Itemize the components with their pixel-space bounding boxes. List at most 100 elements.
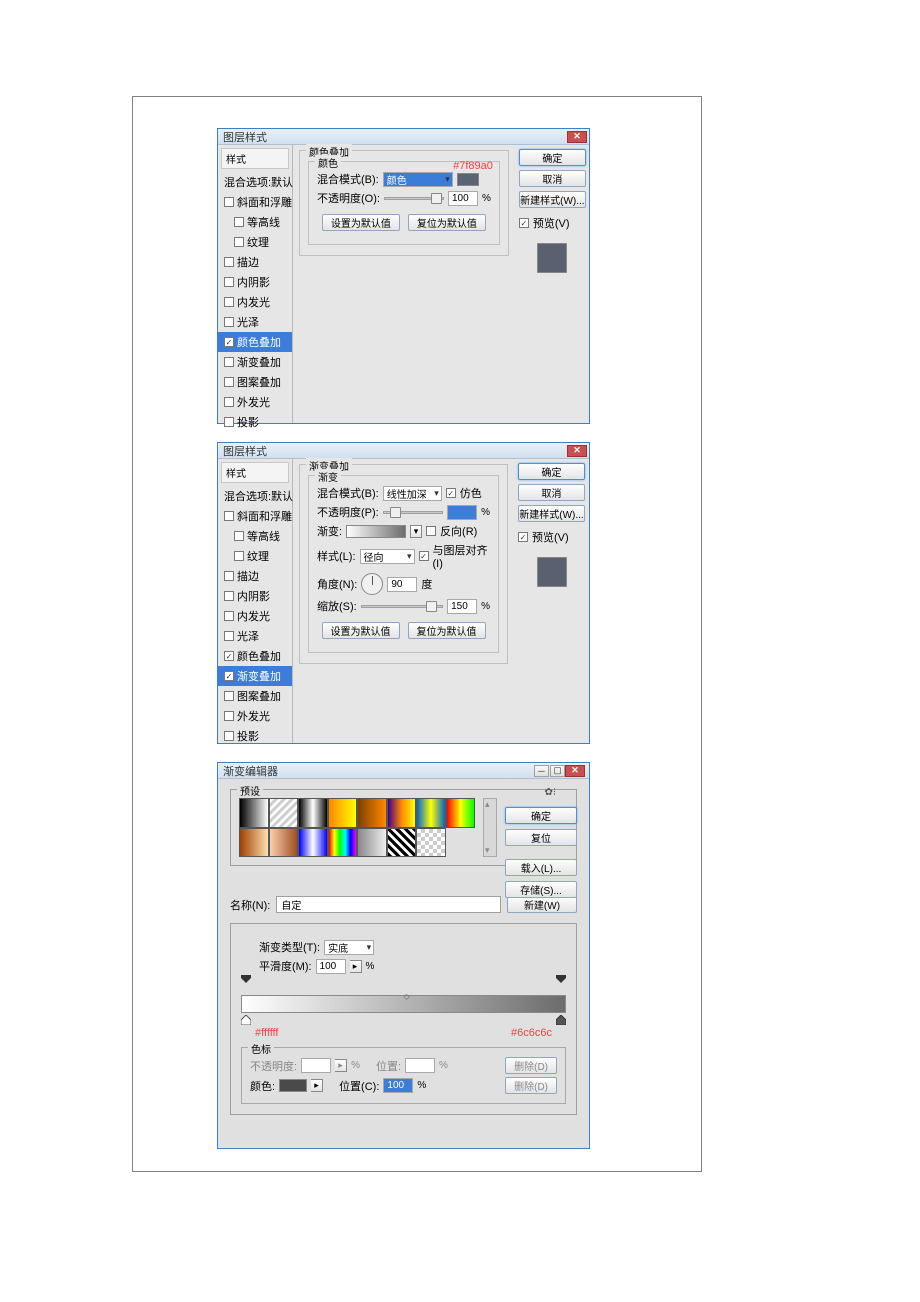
titlebar[interactable]: 图层样式 ✕ (218, 443, 589, 459)
style-stroke[interactable]: 描边 (218, 566, 292, 586)
preset-swatch[interactable] (416, 798, 446, 828)
style-texture[interactable]: 纹理 (218, 546, 292, 566)
dither-checkbox[interactable] (446, 488, 456, 498)
style-drop-shadow[interactable]: 投影 (218, 726, 292, 746)
styles-header[interactable]: 样式 (221, 462, 289, 483)
preset-swatch[interactable] (387, 798, 417, 828)
opacity-value[interactable] (447, 505, 477, 520)
blend-mode-dropdown[interactable]: 线性加深 (383, 486, 442, 501)
stop-color-arrow[interactable]: ▸ (311, 1079, 323, 1092)
style-color-overlay[interactable]: 颜色叠加 (218, 332, 292, 352)
name-input[interactable]: 自定 (276, 896, 501, 913)
new-button[interactable]: 新建(W) (507, 896, 577, 913)
smooth-value[interactable]: 100 (316, 959, 346, 974)
preset-swatch[interactable] (298, 798, 328, 828)
new-style-button[interactable]: 新建样式(W)... (519, 191, 586, 208)
style-texture[interactable]: 纹理 (218, 232, 292, 252)
type-dropdown[interactable]: 实底 (324, 940, 374, 955)
ok-button[interactable]: 确定 (518, 463, 585, 480)
style-inner-glow[interactable]: 内发光 (218, 606, 292, 626)
preset-swatch[interactable] (269, 828, 299, 858)
reset-default-button[interactable]: 复位为默认值 (408, 214, 486, 231)
preset-swatch[interactable] (387, 828, 417, 858)
close-icon[interactable]: ✕ (565, 765, 585, 777)
style-stroke[interactable]: 描边 (218, 252, 292, 272)
style-gradient-overlay[interactable]: 渐变叠加 (218, 352, 292, 372)
ok-button[interactable]: 确定 (519, 149, 586, 166)
preset-swatch[interactable] (416, 828, 446, 858)
style-blend-default[interactable]: 混合选项:默认 (218, 172, 292, 192)
style-outer-glow[interactable]: 外发光 (218, 392, 292, 412)
preset-swatch[interactable] (357, 828, 387, 858)
opacity-stop-right[interactable] (556, 975, 566, 983)
style-contour[interactable]: 等高线 (218, 526, 292, 546)
gear-icon[interactable]: ✿⁝ (544, 787, 556, 798)
opacity-slider[interactable] (383, 511, 443, 514)
titlebar[interactable]: 图层样式 ✕ (218, 129, 589, 145)
styles-header[interactable]: 样式 (221, 148, 289, 169)
style-pattern-overlay[interactable]: 图案叠加 (218, 686, 292, 706)
reverse-checkbox[interactable] (426, 526, 436, 536)
style-dropdown[interactable]: 径向 (360, 549, 415, 564)
opacity-value[interactable]: 100 (448, 191, 478, 206)
blend-mode-dropdown[interactable]: 颜色 (383, 172, 453, 187)
preset-swatch[interactable] (269, 798, 299, 828)
color-stop-left[interactable] (241, 1015, 251, 1025)
preset-swatch[interactable] (357, 798, 387, 828)
opacity-slider[interactable] (384, 197, 444, 200)
preview-checkbox[interactable] (518, 532, 528, 542)
style-bevel[interactable]: 斜面和浮雕 (218, 506, 292, 526)
ok-button[interactable]: 确定 (505, 807, 577, 824)
preset-swatch[interactable] (239, 828, 269, 858)
style-bevel[interactable]: 斜面和浮雕 (218, 192, 292, 212)
preview-checkbox[interactable] (519, 218, 529, 228)
minimize-icon[interactable]: ─ (534, 765, 549, 777)
delete-opacity-stop-button[interactable]: 删除(D) (505, 1057, 557, 1074)
style-outer-glow[interactable]: 外发光 (218, 706, 292, 726)
style-satin[interactable]: 光泽 (218, 312, 292, 332)
stop-position-value[interactable] (405, 1058, 435, 1073)
style-drop-shadow[interactable]: 投影 (218, 412, 292, 432)
preset-swatch[interactable] (328, 828, 358, 858)
titlebar[interactable]: 渐变编辑器 ─ ▢ ✕ (218, 763, 589, 779)
preset-swatch[interactable] (446, 798, 476, 828)
preset-swatch[interactable] (239, 798, 269, 828)
style-contour[interactable]: 等高线 (218, 212, 292, 232)
stop-opacity-stepper[interactable]: ▸ (335, 1059, 347, 1072)
style-blend-default[interactable]: 混合选项:默认 (218, 486, 292, 506)
close-icon[interactable]: ✕ (567, 131, 587, 143)
angle-value[interactable]: 90 (387, 577, 417, 592)
cancel-button[interactable]: 取消 (518, 484, 585, 501)
style-inner-shadow[interactable]: 内阴影 (218, 586, 292, 606)
set-default-button[interactable]: 设置为默认值 (322, 214, 400, 231)
reset-button[interactable]: 复位 (505, 829, 577, 846)
close-icon[interactable]: ✕ (567, 445, 587, 457)
delete-color-stop-button[interactable]: 删除(D) (505, 1077, 557, 1094)
gradient-dropdown-arrow[interactable]: ▾ (410, 525, 422, 538)
cancel-button[interactable]: 取消 (519, 170, 586, 187)
style-gradient-overlay[interactable]: 渐变叠加 (218, 666, 292, 686)
style-inner-shadow[interactable]: 内阴影 (218, 272, 292, 292)
maximize-icon[interactable]: ▢ (550, 765, 565, 777)
reset-default-button[interactable]: 复位为默认值 (408, 622, 486, 639)
stop-opacity-value[interactable] (301, 1058, 331, 1073)
scale-value[interactable]: 150 (447, 599, 477, 614)
set-default-button[interactable]: 设置为默认值 (322, 622, 400, 639)
style-pattern-overlay[interactable]: 图案叠加 (218, 372, 292, 392)
new-style-button[interactable]: 新建样式(W)... (518, 505, 585, 522)
stop-color-chip[interactable] (279, 1079, 307, 1092)
save-button[interactable]: 存储(S)... (505, 881, 577, 898)
preset-swatch[interactable] (298, 828, 328, 858)
color-stop-right[interactable] (556, 1015, 566, 1025)
preset-scrollbar[interactable] (483, 798, 497, 857)
stop-posc-value[interactable]: 100 (383, 1078, 413, 1093)
smooth-stepper[interactable]: ▸ (350, 960, 362, 973)
load-button[interactable]: 载入(L)... (505, 859, 577, 876)
gradient-bar[interactable]: ◇ (241, 995, 566, 1013)
opacity-stop-left[interactable] (241, 975, 251, 983)
align-checkbox[interactable] (419, 551, 429, 561)
preset-swatch[interactable] (328, 798, 358, 828)
scale-slider[interactable] (361, 605, 443, 608)
color-chip[interactable] (457, 173, 479, 186)
angle-dial[interactable] (361, 573, 383, 595)
